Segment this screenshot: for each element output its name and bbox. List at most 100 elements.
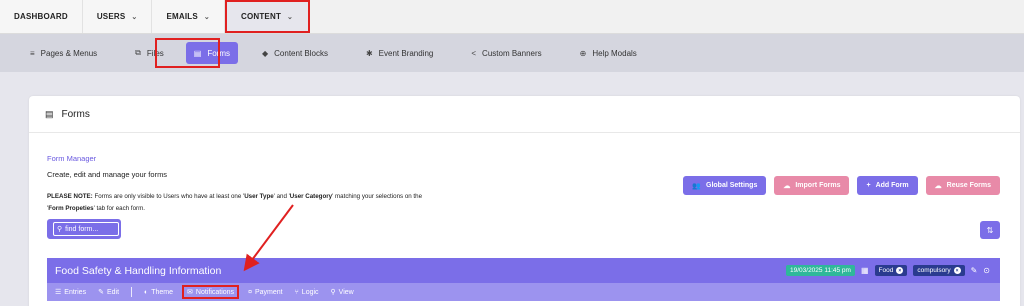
please-note-text: PLEASE NOTE: Forms are only visible to U… [47,191,487,215]
tag-food[interactable]: Food × [874,265,908,276]
globe-icon: ⊕ [579,48,587,58]
sort-button[interactable]: ⇅ [980,221,1000,239]
close-icon[interactable]: × [953,267,961,274]
form-title[interactable]: Food Safety & Handling Information [55,265,221,277]
action-edit[interactable]: ✎ Edit [98,288,120,297]
tag-label: compulsory [917,267,951,274]
add-form-button[interactable]: + Add Form [857,176,918,195]
note-part: ' and ' [273,193,290,200]
action-theme[interactable]: ◐ Theme [144,289,173,296]
cube-icon: ◆ [262,48,269,58]
find-form-search[interactable]: ⚲ find form... [47,219,121,239]
nav-emails[interactable]: EMAILS ⌄ [152,0,225,33]
subnav-label: Content Blocks [274,48,328,58]
forms-card: ▤ Forms Form Manager Create, edit and ma… [29,96,1020,306]
action-label: View [338,288,354,296]
note-prefix: PLEASE NOTE: [47,193,93,200]
top-navigation: DASHBOARD USERS ⌄ EMAILS ⌄ CONTENT ⌄ [0,0,1024,34]
tag-compulsory[interactable]: compulsory × [913,265,965,276]
card-title: Forms [61,108,90,120]
logic-icon: ⑂ [294,288,299,296]
subnav-content-blocks[interactable]: ◆ Content Blocks [254,42,336,64]
list-icon: ☰ [55,289,62,296]
chevron-down-icon: ⌄ [131,13,138,21]
form-actions-bar: ☰ Entries ✎ Edit ◐ Theme ✉ Notifications ¤ Pa… [47,283,1000,301]
subnav-help-modals[interactable]: ⊕ Help Modals [572,42,645,64]
nav-content[interactable]: CONTENT ⌄ [224,0,311,33]
calendar-icon[interactable]: ▦ [861,266,869,275]
subnav-event-branding[interactable]: ✱ Event Branding [358,42,441,64]
reuse-forms-label: Reuse Forms [946,182,991,189]
chevron-down-icon: ⌄ [287,13,294,21]
note-form-properties: Form Propeties [48,205,94,212]
nav-dashboard[interactable]: DASHBOARD [0,0,83,33]
note-part: ' tab for each form. [93,205,145,212]
cloud-upload-icon: ☁ [783,182,791,190]
divider [131,287,133,297]
subnav-label: Pages & Menus [40,48,98,58]
forms-highlight-box [155,38,220,68]
subnav-pages-menus[interactable]: ≡ Pages & Menus [22,42,105,64]
subnav-label: Help Modals [592,48,637,58]
copy-icon: ⧉ [135,48,141,57]
tag-label: Food [878,267,894,274]
search-input[interactable]: ⚲ find form... [53,222,119,236]
nav-emails-label: EMAILS [166,12,198,21]
add-form-label: Add Form [875,182,909,189]
form-row-meta: 19/03/2025 11:45 pm ▦ Food × compulsory × … [786,258,990,283]
cloud-upload-icon: ☁ [934,182,942,190]
search-icon: ⚲ [57,226,63,233]
pencil-icon[interactable]: ✎ [971,266,978,275]
nav-content-label: CONTENT [240,12,282,21]
toolbar-buttons: 👥 Global Settings ☁ Import Forms + Add Form… [683,176,1000,195]
global-settings-label: Global Settings [706,182,758,189]
import-forms-label: Import Forms [795,182,841,189]
action-label: Notifications [195,288,235,296]
note-user-type: User Type [244,193,274,200]
global-settings-button[interactable]: 👥 Global Settings [683,176,767,195]
close-icon[interactable]: × [896,267,904,274]
circle-icon[interactable]: ⊙ [983,266,990,275]
action-label: Entries [64,288,87,296]
note-part: Forms are only visible to Users who have… [92,193,245,200]
action-label: Payment [254,288,283,296]
search-icon: ⚲ [330,289,336,296]
gear-icon: ✱ [365,48,373,58]
import-forms-button[interactable]: ☁ Import Forms [774,176,850,195]
chevron-down-icon: ⌄ [203,13,210,21]
share-icon: < [471,48,477,58]
plus-icon: + [866,182,871,189]
note-user-category: User Category [289,193,333,200]
subnav-label: Event Branding [378,48,434,58]
action-label: Edit [106,288,120,296]
form-date-badge: 19/03/2025 11:45 pm [786,265,855,276]
action-payment[interactable]: ¤ Payment [248,289,283,296]
reuse-forms-button[interactable]: ☁ Reuse Forms [925,176,1000,195]
subnav-label: Custom Banners [482,48,542,58]
action-entries[interactable]: ☰ Entries [55,288,87,297]
document-icon: ▤ [45,108,54,119]
form-manager-subtitle: Create, edit and manage your forms [47,170,168,179]
action-logic[interactable]: ⑂ Logic [295,289,319,296]
sort-icon: ⇅ [986,225,994,235]
action-label: Logic [301,288,319,296]
form-manager-link[interactable]: Form Manager [47,154,96,163]
action-view[interactable]: ⚲ View [330,288,354,297]
payment-icon: ¤ [248,288,252,296]
envelope-icon: ✉ [187,289,193,296]
subnav-custom-banners[interactable]: < Custom Banners [463,42,549,64]
form-row[interactable]: Food Safety & Handling Information 19/03… [47,258,1000,283]
nav-dashboard-label: DASHBOARD [14,12,68,21]
action-label: Theme [151,288,174,296]
action-notifications[interactable]: ✉ Notifications [182,285,240,299]
content-subnav: ≡ Pages & Menus ⧉ Files ▤ Forms ◆ Content Bl… [0,34,1024,72]
pencil-icon: ✎ [98,289,104,296]
users-icon: 👥 [692,182,702,190]
card-header: ▤ Forms [29,96,1020,133]
nav-users-label: USERS [96,12,126,21]
note-part: ' matching your selections on the [332,193,423,200]
search-placeholder: find form... [65,225,99,233]
nav-users[interactable]: USERS ⌄ [82,0,153,33]
palette-icon: ◐ [144,288,149,296]
menu-icon: ≡ [30,48,35,58]
